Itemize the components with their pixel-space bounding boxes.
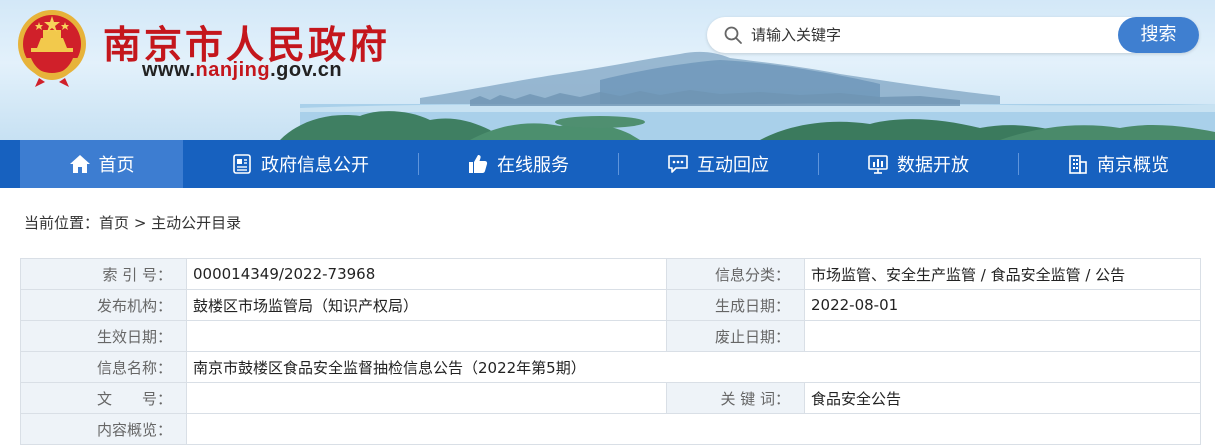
search-box: 搜索 bbox=[707, 17, 1199, 53]
home-icon bbox=[69, 155, 90, 173]
info-name-label: 信息名称： bbox=[20, 351, 187, 383]
effective-date-value bbox=[186, 320, 667, 352]
search-icon bbox=[724, 26, 742, 44]
nav-item-label: 在线服务 bbox=[497, 155, 569, 176]
content-overview-label: 内容概览： bbox=[20, 413, 187, 445]
expiry-date-label: 废止日期： bbox=[666, 320, 805, 352]
building-icon bbox=[1069, 155, 1087, 174]
chart-icon bbox=[868, 155, 888, 174]
keywords-label: 关 键 词： bbox=[666, 382, 805, 414]
nav-item-label: 数据开放 bbox=[897, 155, 969, 176]
index-number-label: 索 引 号： bbox=[20, 258, 187, 290]
search-button[interactable]: 搜索 bbox=[1118, 17, 1199, 53]
table-row: 内容概览： bbox=[20, 413, 1201, 445]
content-overview-value bbox=[186, 413, 1201, 445]
nav-item-label: 政府信息公开 bbox=[261, 155, 369, 176]
nav-item-label: 互动回应 bbox=[697, 155, 769, 176]
nav-item-home[interactable]: 首页 bbox=[20, 140, 183, 188]
site-header: 南京市人民政府 www.nanjing.gov.cn 搜索 bbox=[0, 0, 1215, 140]
table-row: 信息名称： 南京市鼓楼区食品安全监督抽检信息公告（2022年第5期） bbox=[20, 351, 1201, 383]
table-row: 生效日期： 废止日期： bbox=[20, 320, 1201, 352]
nav-item-gov-info[interactable]: 政府信息公开 bbox=[210, 140, 390, 188]
created-date-label: 生成日期： bbox=[666, 289, 805, 321]
nav-divider bbox=[418, 153, 419, 175]
breadcrumb-prefix: 当前位置： bbox=[24, 214, 100, 232]
document-info-table: 索 引 号： 000014349/2022-73968 信息分类： 市场监管、安… bbox=[20, 258, 1201, 445]
category-value: 市场监管、安全生产监管 / 食品安全监管 / 公告 bbox=[804, 258, 1201, 290]
document-number-value bbox=[186, 382, 667, 414]
document-number-label: 文 号： bbox=[20, 382, 187, 414]
thumbs-up-icon bbox=[469, 155, 488, 173]
publisher-value: 鼓楼区市场监管局（知识产权局） bbox=[186, 289, 667, 321]
nav-item-label: 南京概览 bbox=[1097, 155, 1169, 176]
nav-item-interaction[interactable]: 互动回应 bbox=[638, 140, 798, 188]
table-row: 索 引 号： 000014349/2022-73968 信息分类： 市场监管、安… bbox=[20, 258, 1201, 290]
publisher-label: 发布机构： bbox=[20, 289, 187, 321]
effective-date-label: 生效日期： bbox=[20, 320, 187, 352]
document-icon bbox=[233, 154, 251, 174]
info-name-value: 南京市鼓楼区食品安全监督抽检信息公告（2022年第5期） bbox=[186, 351, 1201, 383]
breadcrumb-home-link[interactable]: 首页 bbox=[99, 214, 129, 232]
keywords-value: 食品安全公告 bbox=[804, 382, 1201, 414]
nav-item-open-data[interactable]: 数据开放 bbox=[838, 140, 998, 188]
nav-item-label: 首页 bbox=[98, 155, 135, 176]
table-row: 文 号： 关 键 词： 食品安全公告 bbox=[20, 382, 1201, 414]
created-date-value: 2022-08-01 bbox=[804, 289, 1201, 321]
url-brand: nanjing bbox=[195, 59, 271, 81]
breadcrumb: 当前位置：首页 > 主动公开目录 bbox=[24, 212, 241, 233]
breadcrumb-separator: > bbox=[133, 214, 147, 232]
nav-divider bbox=[1018, 153, 1019, 175]
expiry-date-value bbox=[804, 320, 1201, 352]
nav-divider bbox=[818, 153, 819, 175]
site-url: www.nanjing.gov.cn bbox=[142, 59, 342, 82]
url-suffix: .gov.cn bbox=[270, 59, 343, 81]
table-row: 发布机构： 鼓楼区市场监管局（知识产权局） 生成日期： 2022-08-01 bbox=[20, 289, 1201, 321]
main-nav: 首页 政府信息公开 在线服务 互动回应 数据开放 南京概览 bbox=[0, 140, 1215, 188]
national-emblem-icon bbox=[18, 10, 86, 87]
nav-item-nanjing-overview[interactable]: 南京概览 bbox=[1038, 140, 1198, 188]
breadcrumb-current[interactable]: 主动公开目录 bbox=[151, 214, 241, 232]
nav-divider bbox=[618, 153, 619, 175]
index-number-value: 000014349/2022-73968 bbox=[186, 258, 667, 290]
nav-item-online-service[interactable]: 在线服务 bbox=[438, 140, 598, 188]
category-label: 信息分类： bbox=[666, 258, 805, 290]
search-input[interactable] bbox=[751, 20, 1111, 50]
url-prefix: www. bbox=[142, 59, 196, 81]
chat-icon bbox=[668, 155, 688, 173]
